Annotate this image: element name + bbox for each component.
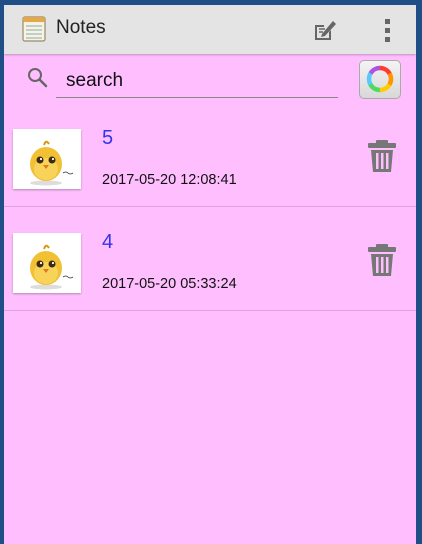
search-input[interactable]	[56, 65, 338, 98]
chick-thumbnail-icon	[30, 244, 74, 290]
app-title: Notes	[56, 17, 106, 38]
trash-icon[interactable]	[366, 139, 398, 173]
notes-app-window: Notes search 5 2017-05-20 12:08:41 4 201…	[4, 5, 416, 544]
chick-thumbnail-icon	[30, 140, 74, 186]
note-title: 4	[102, 231, 114, 253]
action-bar: Notes	[4, 5, 416, 54]
search-icon	[28, 68, 48, 88]
notepad-icon	[22, 16, 46, 42]
overflow-menu-icon[interactable]	[379, 16, 395, 44]
note-list-item[interactable]: 5 2017-05-20 12:08:41	[4, 103, 416, 207]
edit-note-icon[interactable]	[312, 17, 338, 41]
note-date: 2017-05-20 05:33:24	[102, 276, 237, 292]
note-thumbnail	[13, 233, 81, 293]
note-title: 5	[102, 127, 114, 149]
color-wheel-icon	[366, 65, 394, 93]
row-divider	[4, 310, 416, 311]
color-picker-button[interactable]	[359, 60, 401, 99]
note-thumbnail	[13, 129, 81, 189]
note-date: 2017-05-20 12:08:41	[102, 172, 237, 188]
trash-icon[interactable]	[366, 243, 398, 277]
note-list-item[interactable]: 4 2017-05-20 05:33:24	[4, 207, 416, 311]
